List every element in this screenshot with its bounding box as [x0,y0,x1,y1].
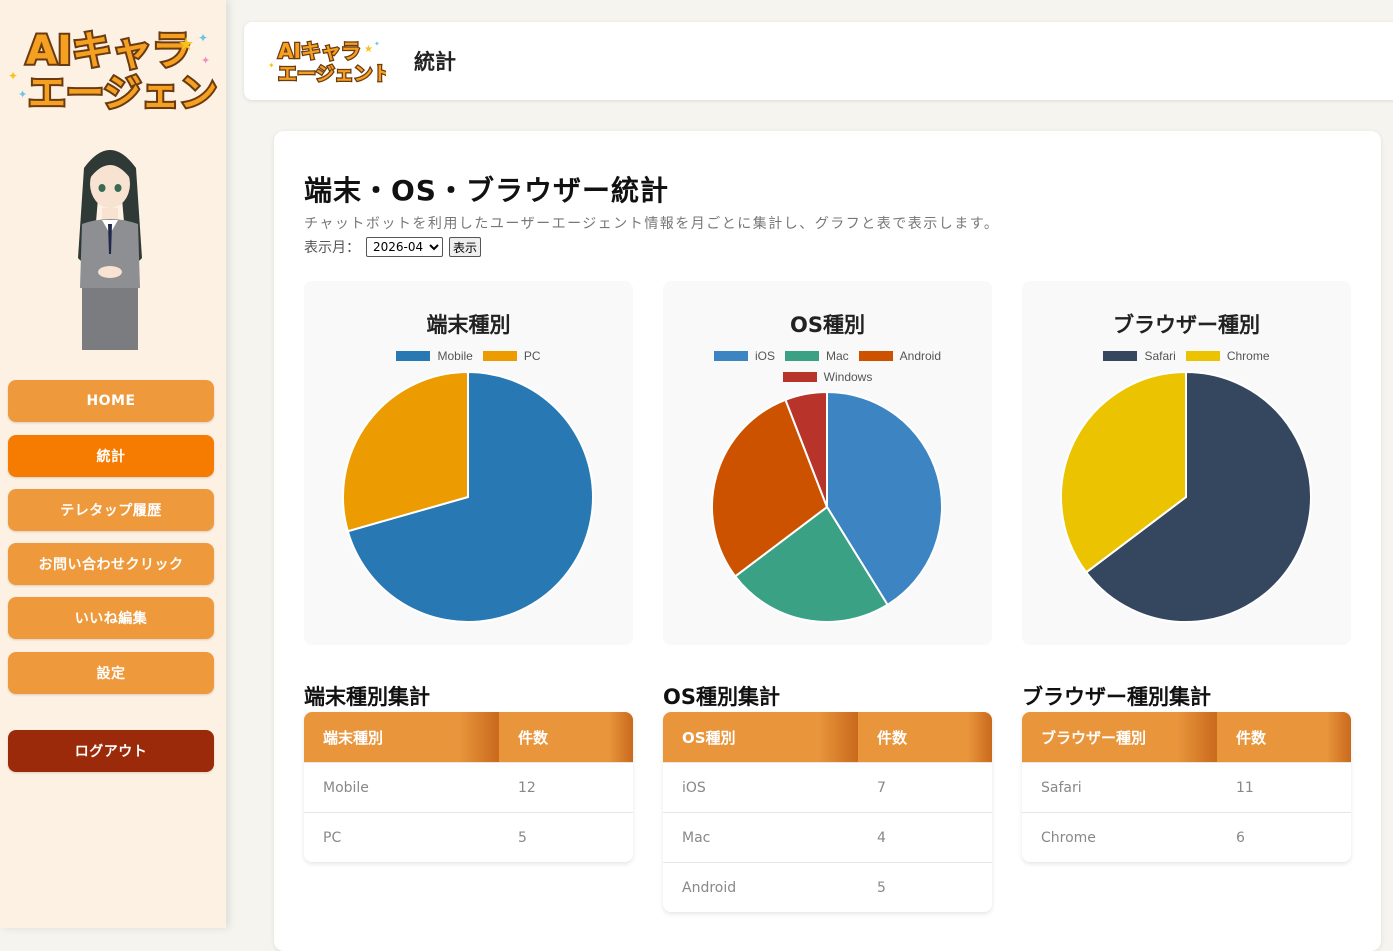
device-table: 端末種別 件数 Mobile 12 PC 5 [304,712,633,862]
column-header: 件数 [499,712,633,762]
table-cell: Android [682,879,737,896]
browser-chart-card: ブラウザー種別 Safari Chrome [1022,281,1351,645]
sidebar: AIキャラ エージェント ★ ✦ ✦ ✦ ✦ HOME 統計 テレタップ履歴 お… [0,0,226,928]
table-header: OS種別 件数 [663,712,992,762]
table-title: ブラウザー種別集計 [1022,685,1211,709]
table-row: Mobile 12 [304,762,633,812]
svg-text:✦: ✦ [268,61,275,70]
table-cell: 6 [1236,829,1245,846]
header-logo[interactable]: AIキャラ エージェント ★ ✦ ✦ [266,34,386,88]
table-title: 端末種別集計 [304,685,430,709]
pie-chart [711,390,943,623]
table-row: Safari 11 [1022,762,1351,812]
os-chart-card: OS種別 iOS Mac Android Windows [663,281,992,645]
table-header: ブラウザー種別 件数 [1022,712,1351,762]
table-row: PC 5 [304,812,633,862]
app-logo[interactable]: AIキャラ エージェント ★ ✦ ✦ ✦ ✦ [6,20,218,116]
page-title: 端末・OS・ブラウザー統計 [304,174,669,207]
sidebar-item-contact-clicks[interactable]: お問い合わせクリック [8,543,214,585]
svg-text:✦: ✦ [8,69,18,83]
table-header: 端末種別 件数 [304,712,633,762]
month-filter: 表示月： 2026-04 表示 [304,237,482,257]
table-row: iOS 7 [663,762,992,812]
svg-text:★: ★ [364,44,373,55]
svg-text:✦: ✦ [198,31,208,45]
sidebar-item-home[interactable]: HOME [8,380,214,422]
table-cell: 5 [877,879,886,896]
table-cell: Mobile [323,779,369,796]
pie-chart [1060,370,1312,623]
svg-text:AIキャラ: AIキャラ [278,39,361,63]
sidebar-item-teletap-history[interactable]: テレタップ履歴 [8,489,214,531]
page-description: チャットボットを利用したユーザーエージェント情報を月ごとに集計し、グラフと表で表… [304,216,1000,232]
table-cell: iOS [682,779,706,796]
sidebar-item-settings[interactable]: 設定 [8,652,214,694]
sidebar-item-stats[interactable]: 統計 [8,435,214,477]
page-header: AIキャラ エージェント ★ ✦ ✦ 統計 [244,22,1393,100]
pie-chart [342,370,594,623]
month-label: 表示月： [304,240,360,256]
table-cell: 12 [518,779,536,796]
column-header: 端末種別 [304,712,499,762]
column-header: OS種別 [663,712,858,762]
table-cell: Safari [1041,779,1082,796]
column-header: 件数 [1217,712,1351,762]
svg-text:AIキャラ: AIキャラ [26,28,192,74]
table-cell: Chrome [1041,829,1096,846]
table-cell: 5 [518,829,527,846]
svg-text:✦: ✦ [201,54,210,67]
column-header: ブラウザー種別 [1022,712,1217,762]
main-content: 端末・OS・ブラウザー統計 チャットボットを利用したユーザーエージェント情報を月… [274,131,1381,951]
table-row: Chrome 6 [1022,812,1351,862]
table-cell: 4 [877,829,886,846]
table-cell: 7 [877,779,886,796]
sidebar-item-like-edit[interactable]: いいね編集 [8,597,214,639]
os-table: OS種別 件数 iOS 7 Mac 4 Android 5 [663,712,992,912]
character-avatar [78,150,142,350]
table-cell: PC [323,829,342,846]
header-title: 統計 [414,50,456,74]
svg-text:✦: ✦ [18,88,27,101]
show-button[interactable]: 表示 [449,237,482,257]
table-row: Mac 4 [663,812,992,862]
column-header: 件数 [858,712,992,762]
table-title: OS種別集計 [663,685,780,709]
svg-text:エージェント: エージェント [278,63,386,85]
svg-text:エージェント: エージェント [28,71,218,115]
device-chart-card: 端末種別 Mobile PC [304,281,633,645]
svg-text:✦: ✦ [374,40,380,48]
svg-text:★: ★ [178,34,194,55]
browser-table: ブラウザー種別 件数 Safari 11 Chrome 6 [1022,712,1351,862]
logout-button[interactable]: ログアウト [8,730,214,772]
month-select[interactable]: 2026-04 [366,237,443,257]
table-cell: 11 [1236,779,1254,796]
table-row: Android 5 [663,862,992,912]
table-cell: Mac [682,829,711,846]
